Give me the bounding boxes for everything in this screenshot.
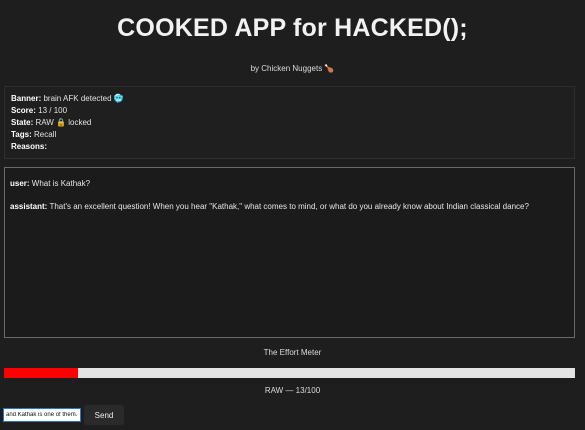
banner-label: Banner:	[11, 94, 42, 103]
effort-meter-fill	[4, 368, 79, 378]
score-value: 13 / 100	[38, 106, 68, 115]
state-row: State: RAW 🔒 locked	[11, 117, 568, 129]
byline: by Chicken Nuggets 🍗	[250, 64, 335, 73]
message-input[interactable]	[3, 408, 81, 422]
message-role: user:	[10, 179, 30, 188]
chat-log[interactable]: user: What is Kathak? assistant: That's …	[4, 167, 575, 338]
score-row: Score: 13 / 100	[11, 105, 568, 117]
effort-meter-track	[4, 368, 575, 378]
page-title: COOKED APP for HACKED();	[117, 14, 468, 42]
tags-label: Tags:	[11, 130, 32, 139]
reasons-label: Reasons:	[11, 142, 48, 151]
status-panel: Banner: brain AFK detected 🥶 Score: 13 /…	[4, 86, 575, 159]
banner-value: brain AFK detected 🥶	[43, 94, 124, 103]
chat-message-user: user: What is Kathak?	[10, 178, 569, 189]
tags-row: Tags: Recall	[11, 129, 568, 141]
effort-meter-label: The Effort Meter	[263, 348, 322, 357]
chat-message-assistant: assistant: That's an excellent question!…	[10, 201, 569, 212]
score-label: Score:	[11, 106, 36, 115]
state-value: RAW 🔒 locked	[35, 118, 92, 127]
send-button[interactable]: Send	[84, 405, 124, 425]
state-label: State:	[11, 118, 34, 127]
tags-value: Recall	[33, 130, 57, 139]
message-text: That's an excellent question! When you h…	[49, 202, 529, 211]
app-window: COOKED APP for HACKED(); by Chicken Nugg…	[0, 0, 585, 430]
reasons-row: Reasons:	[11, 141, 568, 153]
effort-meter-readout: RAW — 13/100	[264, 386, 321, 395]
banner-row: Banner: brain AFK detected 🥶	[11, 93, 568, 105]
message-text: What is Kathak?	[31, 179, 91, 188]
message-role: assistant:	[10, 202, 48, 211]
